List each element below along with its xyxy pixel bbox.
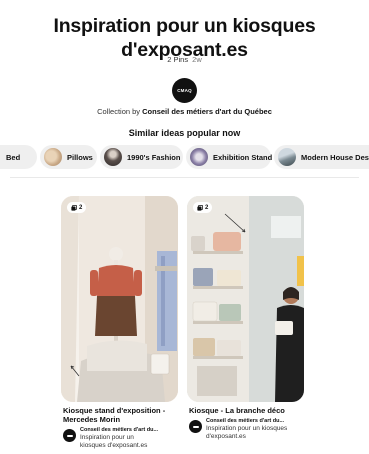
pin-photo-corner-booth (187, 196, 304, 402)
pin-author-avatar[interactable] (63, 429, 76, 442)
pin-image-count: 2 (193, 202, 213, 213)
pin-photo-fitting-room (61, 196, 178, 402)
stack-images-icon (197, 204, 203, 211)
pin-image-count-value: 2 (79, 204, 83, 211)
pin-card[interactable]: 2 Kiosque - La branche déco Conseil des … (187, 196, 304, 441)
pin-image-count: 2 (67, 202, 87, 213)
pin-footer: Conseil des métiers d'art du... Inspirat… (61, 427, 178, 450)
pin-count-text: 2 Pins (167, 55, 189, 64)
chip-label: Modern House Design (301, 152, 369, 162)
pin-title[interactable]: Kiosque - La branche déco (187, 406, 304, 415)
chip-thumbnail (190, 148, 208, 166)
pin-board-name: Inspiration pour un kiosques d'exposant.… (206, 425, 288, 440)
pin-author-avatar[interactable] (189, 420, 202, 433)
chip-modern-house-design[interactable]: Modern House Design (274, 145, 369, 169)
similar-ideas-chips: Bed Pillows 1990's Fashion Exhibition St… (0, 145, 369, 169)
chip-label: Pillows (67, 152, 93, 162)
owner-avatar[interactable]: CMAQ (172, 78, 197, 103)
collection-owner-link[interactable]: Conseil des métiers d'art du Québec (142, 107, 272, 116)
pin-count: 2 Pins 2w (0, 55, 369, 64)
board-age: 2w (192, 55, 202, 64)
collection-prefix: Collection by (97, 107, 143, 116)
pin-image-count-value: 2 (205, 204, 209, 211)
chip-thumbnail (104, 148, 122, 166)
chip-thumbnail (44, 148, 62, 166)
chip-1990s-fashion[interactable]: 1990's Fashion (100, 145, 183, 169)
pin-card[interactable]: 2 Kiosque stand d'exposition - Mercedes … (61, 196, 178, 450)
owner-logo: CMAQ (177, 88, 192, 93)
pin-title[interactable]: Kiosque stand d'exposition - Mercedes Mo… (61, 406, 178, 424)
similar-ideas-heading: Similar ideas popular now (128, 128, 241, 138)
chip-bed[interactable]: Bed (0, 145, 37, 169)
chip-thumbnail (278, 148, 296, 166)
collection-by: Collection by Conseil des métiers d'art … (0, 107, 369, 116)
chip-label: 1990's Fashion (127, 152, 181, 162)
pin-image[interactable]: 2 (187, 196, 304, 402)
pin-image[interactable]: 2 (61, 196, 178, 402)
pin-board-name: Inspiration pour un kiosques d'exposant.… (80, 434, 148, 449)
chip-label: Exhibition Stand (213, 152, 273, 162)
pin-footer: Conseil des métiers d'art du... Inspirat… (187, 418, 304, 441)
pin-author[interactable]: Conseil des métiers d'art du... (206, 418, 291, 425)
chip-exhibition-stand[interactable]: Exhibition Stand (186, 145, 273, 169)
stack-images-icon (71, 204, 77, 211)
chip-label: Bed (6, 152, 21, 162)
section-divider (10, 177, 359, 178)
pin-author[interactable]: Conseil des métiers d'art du... (80, 427, 160, 434)
chip-pillows[interactable]: Pillows (40, 145, 97, 169)
